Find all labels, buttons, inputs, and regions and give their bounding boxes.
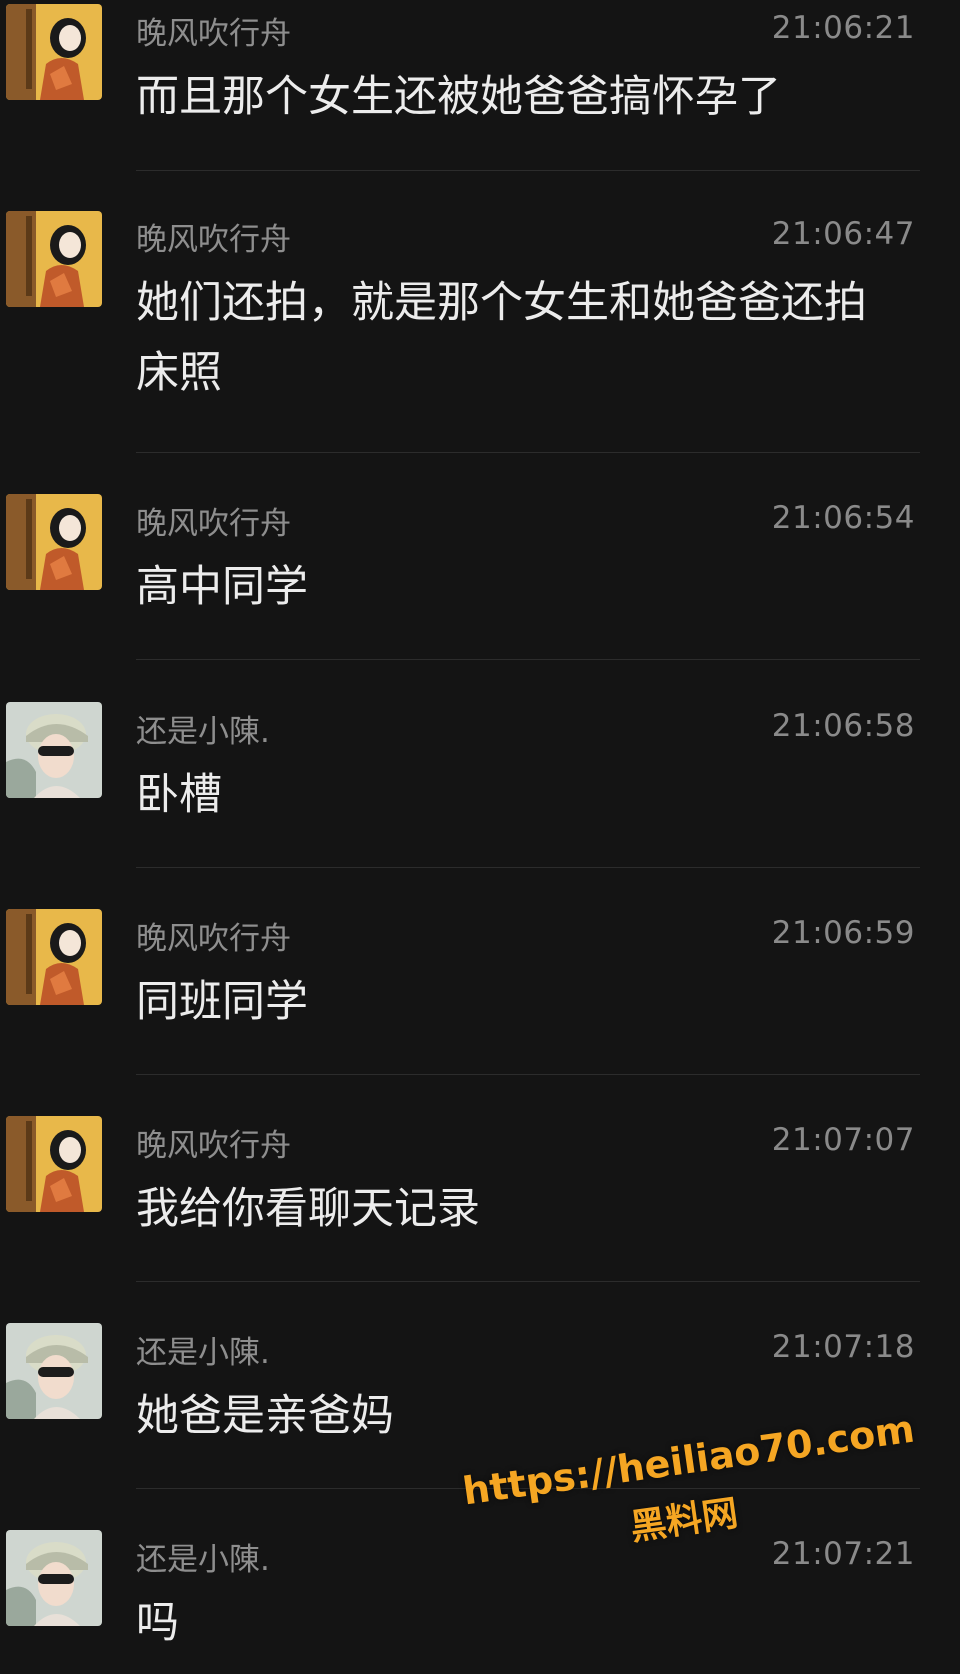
message-item[interactable]: 还是小陳. 21:06:58 卧槽 [0, 660, 960, 868]
avatar-wanfeng-icon [6, 494, 102, 590]
avatar[interactable] [6, 1116, 102, 1212]
avatar-xiaochen-icon [6, 702, 102, 798]
sender-name: 还是小陳. [136, 714, 270, 750]
message-time: 21:06:59 [771, 915, 915, 951]
message-item[interactable]: 晚风吹行舟 21:07:07 我给你看聊天记录 [0, 1074, 960, 1282]
sender-name: 晚风吹行舟 [136, 921, 291, 957]
avatar-xiaochen-icon [6, 1530, 102, 1626]
avatar[interactable] [6, 494, 102, 590]
avatar-wanfeng-icon [6, 4, 102, 100]
avatar[interactable] [6, 702, 102, 798]
message-text: 她们还拍，就是那个女生和她爸爸还拍床照 [136, 278, 867, 398]
message-item[interactable]: 晚风吹行舟 21:06:21 而且那个女生还被她爸爸搞怀孕了 [0, 0, 960, 194]
message-text: 吗 [136, 1598, 179, 1648]
message-time: 21:06:54 [771, 500, 915, 536]
avatar[interactable] [6, 4, 102, 100]
message-text: 而且那个女生还被她爸爸搞怀孕了 [136, 72, 781, 122]
message-time: 21:07:07 [771, 1122, 915, 1158]
message-time: 21:06:58 [771, 708, 915, 744]
sender-name: 还是小陳. [136, 1542, 270, 1578]
message-time: 21:06:21 [771, 10, 915, 46]
message-divider [136, 170, 920, 171]
message-text: 我给你看聊天记录 [136, 1184, 480, 1234]
sender-name: 还是小陳. [136, 1335, 270, 1371]
sender-name: 晚风吹行舟 [136, 222, 291, 258]
message-item[interactable]: 晚风吹行舟 21:06:54 高中同学 [0, 452, 960, 660]
avatar[interactable] [6, 211, 102, 307]
message-text: 卧槽 [136, 770, 222, 820]
message-time: 21:07:18 [771, 1329, 915, 1365]
sender-name: 晚风吹行舟 [136, 506, 291, 542]
avatar-wanfeng-icon [6, 211, 102, 307]
message-item[interactable]: 晚风吹行舟 21:06:47 她们还拍，就是那个女生和她爸爸还拍床照 [0, 194, 960, 453]
sender-name: 晚风吹行舟 [136, 1128, 291, 1164]
avatar-wanfeng-icon [6, 909, 102, 1005]
message-text: 高中同学 [136, 562, 308, 612]
avatar[interactable] [6, 1323, 102, 1419]
avatar[interactable] [6, 909, 102, 1005]
message-item[interactable]: 晚风吹行舟 21:06:59 同班同学 [0, 867, 960, 1075]
avatar[interactable] [6, 1530, 102, 1626]
avatar-wanfeng-icon [6, 1116, 102, 1212]
sender-name: 晚风吹行舟 [136, 16, 291, 52]
avatar-xiaochen-icon [6, 1323, 102, 1419]
message-time: 21:06:47 [771, 216, 915, 252]
message-text: 同班同学 [136, 977, 308, 1027]
